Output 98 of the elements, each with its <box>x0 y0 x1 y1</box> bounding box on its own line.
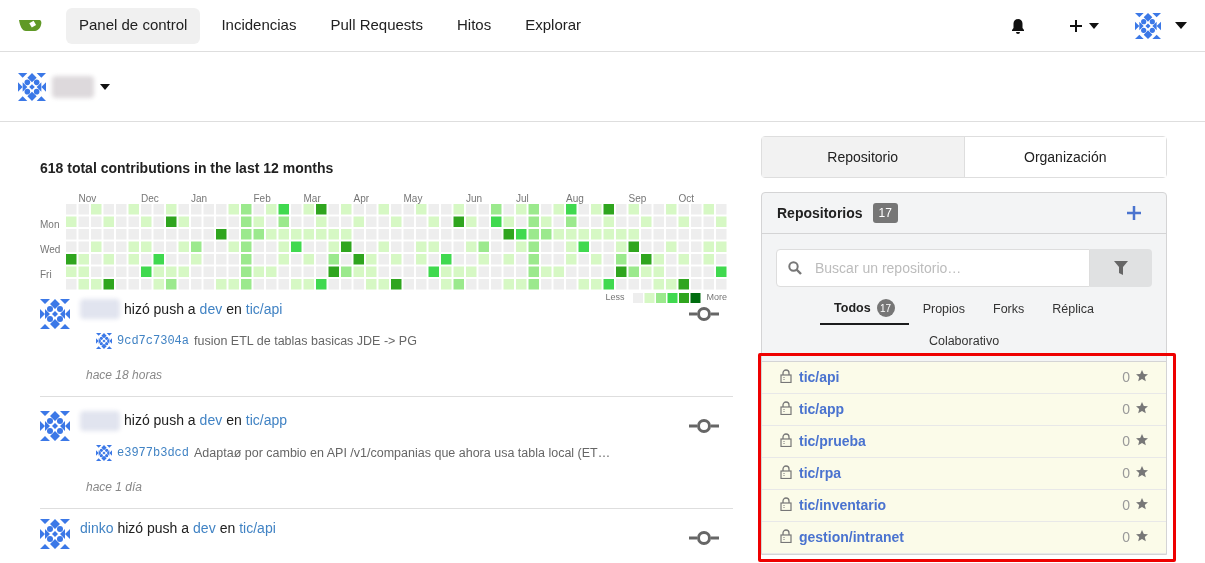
caret-icon <box>100 83 110 90</box>
month-label: Feb <box>253 192 271 206</box>
weekday-label: Fri <box>40 267 52 282</box>
month-label: May <box>403 192 423 206</box>
month-label: Jul <box>516 192 529 206</box>
branch-link[interactable]: dev <box>193 518 216 539</box>
action-text: en <box>219 519 236 538</box>
month-label: Sep <box>628 192 647 206</box>
action-text: hizó push a <box>124 411 196 431</box>
add-icon <box>1127 206 1141 220</box>
commit-message: fusion ETL de tablas basicas JDE -> PG <box>194 333 417 350</box>
star-count: 0 <box>1122 400 1130 419</box>
month-label: Nov <box>78 192 97 206</box>
star-count: 0 <box>1122 464 1130 483</box>
user-link[interactable]: dinko <box>80 518 114 539</box>
nav-link[interactable]: Panel de control <box>66 7 201 44</box>
branch-link[interactable]: dev <box>199 298 223 320</box>
repo-link[interactable]: gestion/intranet <box>799 527 904 548</box>
branch-link[interactable]: dev <box>199 410 223 432</box>
repo-row[interactable]: tic/inventario 0 <box>762 490 1166 522</box>
avatar <box>18 72 46 101</box>
repo-link[interactable]: tic/app <box>799 399 845 420</box>
plus-dropdown-icon <box>1070 18 1100 33</box>
star-count: 0 <box>1122 496 1130 515</box>
weekday-label: Wed <box>40 242 61 257</box>
commit-sha-link[interactable]: e3977b3dcd <box>117 444 189 463</box>
notification-bell-icon <box>1010 17 1026 34</box>
commit-message: Adaptaø por cambio en API /v1/companias que ahora usa tabla local (ET… <box>194 444 611 462</box>
count-badge: 17 <box>876 299 895 317</box>
nav-link[interactable]: Pull Requests <box>317 7 436 44</box>
month-label: Aug <box>566 192 584 206</box>
avatar <box>40 410 70 441</box>
repo-row[interactable]: gestion/intranet 0 <box>762 522 1166 554</box>
blurred-name <box>80 410 120 431</box>
nav-link[interactable]: Hitos <box>444 7 505 44</box>
repo-row[interactable]: tic/prueba 0 <box>762 426 1166 458</box>
repo-link[interactable]: tic/api <box>239 518 276 539</box>
repo-link[interactable]: tic/api <box>799 367 840 388</box>
filter-icon <box>1114 261 1128 275</box>
dashboard-tab[interactable]: Repositorio <box>762 137 964 177</box>
star-icon <box>1136 401 1148 414</box>
month-label: Jun <box>466 192 483 206</box>
repo-row[interactable]: tic/api 0 <box>762 362 1166 394</box>
legend-label: Less <box>605 291 625 304</box>
avatar <box>96 333 112 350</box>
star-icon <box>1136 497 1148 510</box>
commit-sha-link[interactable]: 9cd7c7304a <box>117 332 189 351</box>
timestamp: hace 1 día <box>86 478 144 496</box>
legend-label: More <box>706 291 727 304</box>
action-text: en <box>226 299 242 319</box>
blurred-name <box>52 75 94 98</box>
filter-tab[interactable]: Forks <box>979 293 1039 325</box>
search-field[interactable]: Buscar un repositorio… <box>776 249 1090 287</box>
count-badge: 17 <box>872 203 898 223</box>
blurred-name <box>80 299 120 319</box>
action-text: en <box>226 411 242 431</box>
commit-icon <box>689 418 719 433</box>
month-label: Jan <box>191 192 208 206</box>
star-icon <box>1136 369 1148 382</box>
repo-link[interactable]: tic/rpa <box>799 463 841 484</box>
month-label: Dec <box>141 192 159 206</box>
avatar <box>1135 12 1161 39</box>
filter-tab[interactable]: Propios <box>908 293 979 325</box>
star-icon <box>1136 433 1148 446</box>
caret-icon <box>1175 22 1187 29</box>
commit-icon <box>689 530 719 545</box>
nav-link[interactable]: Incidencias <box>208 7 310 44</box>
action-text: hizó push a <box>124 299 196 319</box>
star-count: 0 <box>1122 528 1130 547</box>
star-icon <box>1136 465 1148 478</box>
star-icon <box>1136 529 1148 542</box>
panel-title: Repositorios <box>777 203 863 223</box>
filter-tab[interactable]: Réplica <box>1038 293 1108 325</box>
filter-tab[interactable]: Colaborativo <box>914 325 1014 357</box>
legend-scale-drawing <box>633 292 702 303</box>
month-label: Mar <box>303 192 321 206</box>
avatar <box>40 299 70 329</box>
commit-icon <box>689 307 719 321</box>
repo-link[interactable]: tic/prueba <box>799 431 866 452</box>
avatar <box>40 518 70 549</box>
repo-row[interactable]: tic/rpa 0 <box>762 458 1166 490</box>
timestamp: hace 18 horas <box>86 366 164 384</box>
contributions-title: 618 total contributions in the last 12 months <box>40 159 335 178</box>
filter-button[interactable] <box>1090 249 1152 287</box>
avatar <box>96 445 112 462</box>
repo-link[interactable]: tic/api <box>245 298 283 320</box>
action-text: hizó push a <box>117 519 190 538</box>
repo-link[interactable]: tic/app <box>245 410 287 432</box>
dashboard-tab[interactable]: Organización <box>963 137 1166 177</box>
repo-link[interactable]: tic/inventario <box>799 495 887 516</box>
filter-tab[interactable]: Todos 17 <box>820 293 909 325</box>
weekday-label: Mon <box>40 217 60 232</box>
month-label: Apr <box>353 192 370 206</box>
month-label: Oct <box>678 192 695 206</box>
repo-row[interactable]: tic/app 0 <box>762 394 1166 426</box>
star-count: 0 <box>1122 432 1130 451</box>
star-count: 0 <box>1122 368 1130 387</box>
nav-link[interactable]: Explorar <box>512 7 595 44</box>
